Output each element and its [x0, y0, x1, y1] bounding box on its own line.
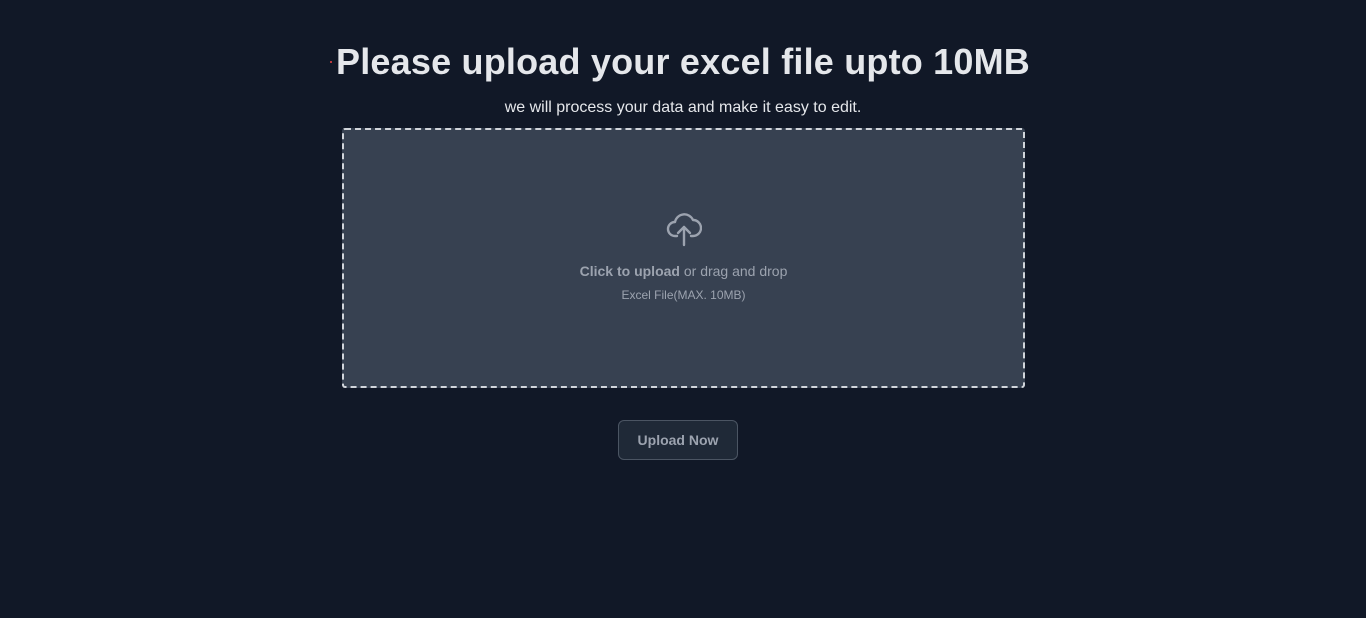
upload-page: Please upload your excel file upto 10MB …: [0, 0, 1366, 618]
dropzone-content: Click to upload or drag and drop Excel F…: [344, 208, 1023, 303]
upload-now-button[interactable]: Upload Now: [618, 420, 738, 460]
file-limit-hint: Excel File(MAX. 10MB): [621, 288, 746, 302]
page-subtitle: we will process your data and make it ea…: [504, 99, 862, 116]
cloud-upload-icon: [666, 208, 702, 248]
title-row: Please upload your excel file upto 10MB: [0, 40, 1366, 84]
file-dropzone[interactable]: Click to upload or drag and drop Excel F…: [342, 128, 1025, 388]
dropzone-instructions: Click to upload or drag and drop: [344, 261, 1023, 281]
page-title: Please upload your excel file upto 10MB: [336, 41, 1030, 82]
red-marker-dot: [330, 61, 332, 63]
click-to-upload-label[interactable]: Click to upload: [580, 263, 680, 279]
drag-and-drop-label: or drag and drop: [679, 263, 788, 279]
